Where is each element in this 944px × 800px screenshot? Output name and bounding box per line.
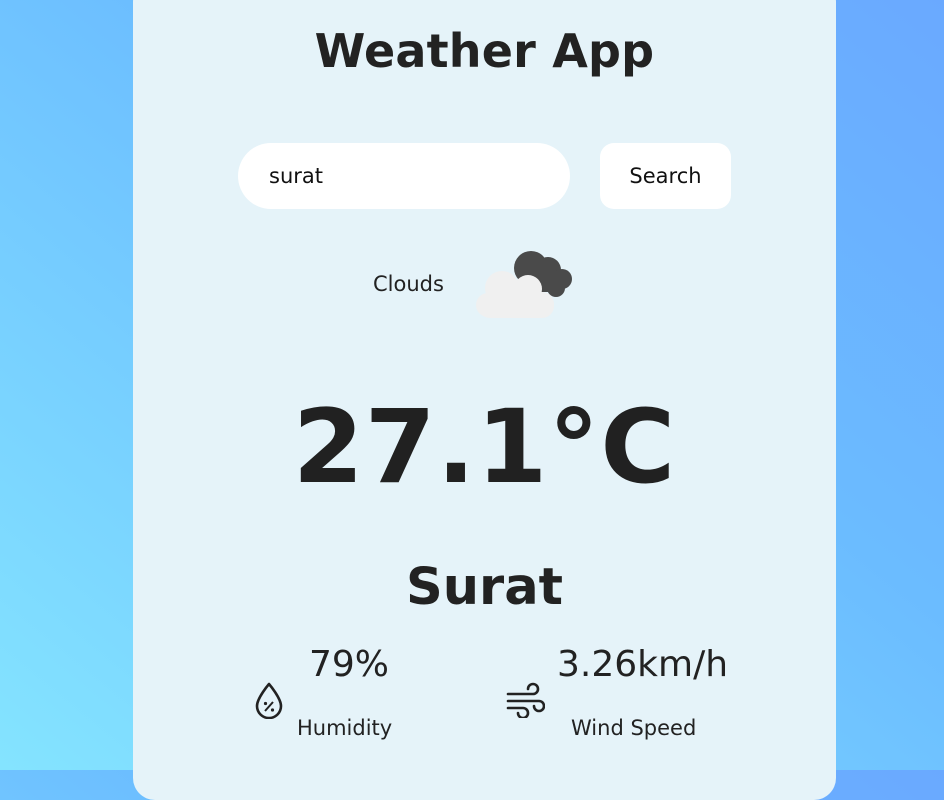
city-name: Surat [406, 558, 563, 617]
wind-speed-value: 3.26km/h [557, 644, 729, 685]
humidity-icon [255, 682, 283, 719]
weather-condition: Clouds [373, 272, 444, 296]
humidity-label: Humidity [297, 716, 393, 740]
wind-speed-label: Wind Speed [571, 716, 697, 740]
city-search-input[interactable] [238, 143, 570, 209]
weather-card: Weather App Search Clouds 27.1°C Surat 7… [133, 0, 836, 800]
app-title: Weather App [314, 24, 655, 78]
humidity-value: 79% [309, 644, 390, 685]
temperature-value: 27.1°C [292, 388, 677, 507]
search-button[interactable]: Search [600, 143, 731, 209]
clouds-icon [476, 251, 572, 318]
wind-icon [506, 682, 545, 718]
